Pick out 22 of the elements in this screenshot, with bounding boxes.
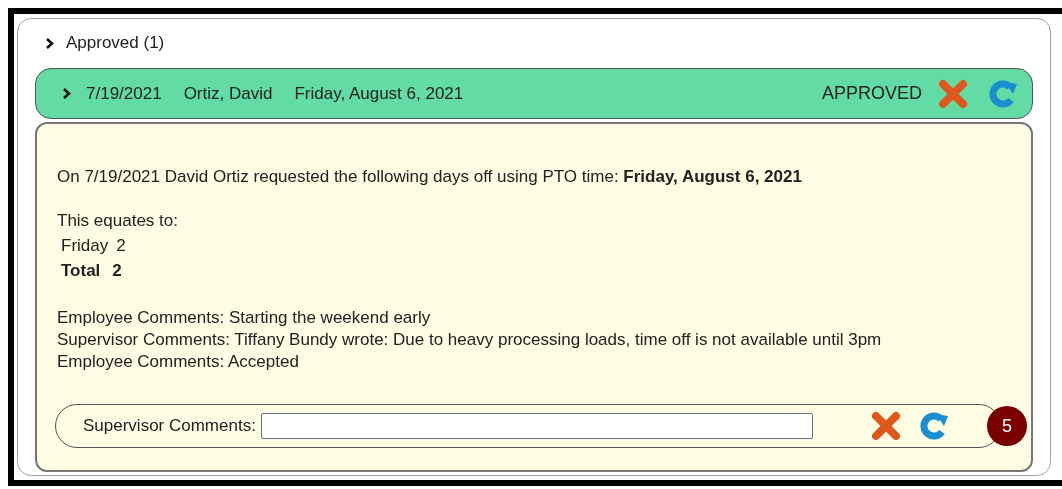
- comment-line: Employee Comments: Accepted: [57, 351, 300, 373]
- status-label: APPROVED: [821, 82, 922, 105]
- request-date: 7/19/2021: [86, 82, 162, 105]
- total-label: Total: [61, 260, 101, 282]
- comment-line: Supervisor Comments: Tiffany Bundy wrote: Due to heavy processing loads, time off is not available until 3pm: [57, 329, 883, 351]
- chevron-icon[interactable]: [45, 37, 54, 49]
- close-icon[interactable]: [870, 411, 901, 441]
- request-summary: On 7/19/2021 David Ortiz requested the following days off using PTO time: Friday, August 6, 2021: [57, 166, 803, 188]
- employee-name: Ortiz, David: [183, 82, 273, 105]
- requested-days: Friday, August 6, 2021: [294, 80, 464, 107]
- day-hours: 2: [116, 235, 126, 257]
- comment-input-field[interactable]: [260, 413, 813, 439]
- count-badge: 5: [987, 406, 1027, 446]
- chevron-icon[interactable]: [62, 88, 71, 99]
- close-icon[interactable]: [938, 78, 968, 109]
- total-hours: 2: [112, 260, 122, 282]
- equates-label: This equates to:: [57, 209, 179, 232]
- comment-line: Employee Comments: Starting the weekend early: [57, 307, 432, 329]
- request-header-bar[interactable]: 7/19/2021 Ortiz, David Friday, August 6, 2021 APPROVED: [35, 68, 1033, 119]
- section-title[interactable]: Approved (1): [66, 30, 165, 56]
- field-label: Supervisor Comments:: [83, 415, 256, 438]
- day-label: Friday: [61, 235, 109, 257]
